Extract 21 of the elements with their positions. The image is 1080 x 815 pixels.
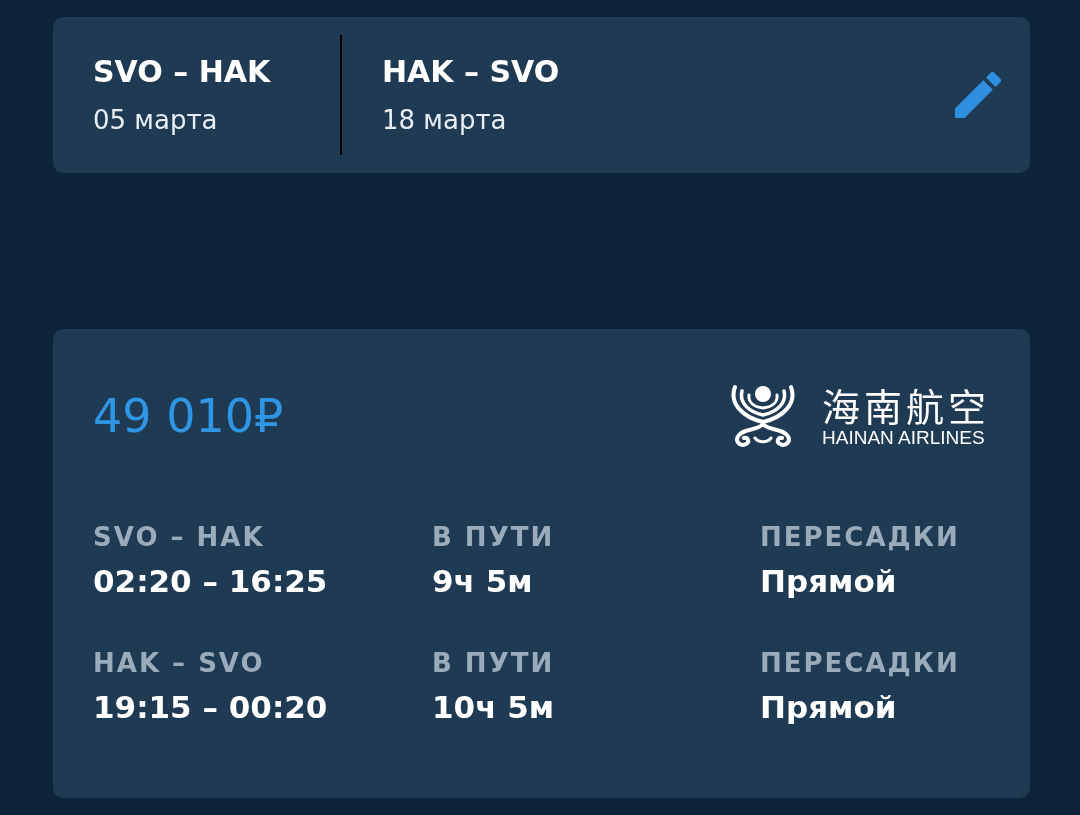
stops-label: ПЕРЕСАДКИ — [760, 521, 961, 554]
route-label: HAK – SVO — [93, 647, 266, 680]
stops-value: Прямой — [760, 688, 898, 727]
duration-label: В ПУТИ — [432, 521, 556, 554]
duration-label: В ПУТИ — [432, 647, 556, 680]
flight-times: 02:20 – 16:25 — [93, 562, 329, 601]
flight-date: 05 марта — [93, 104, 219, 136]
route-title: SVO – HAK — [93, 54, 272, 90]
flight-duration: 10ч 5м — [432, 688, 556, 727]
flight-times: 19:15 – 00:20 — [93, 688, 329, 727]
edit-button[interactable] — [954, 71, 1002, 119]
route-title: HAK – SVO — [382, 54, 561, 90]
airline-name-latin: HAINAN AIRLINES — [822, 428, 985, 448]
stops-label: ПЕРЕСАДКИ — [760, 647, 961, 680]
flight-date: 18 марта — [382, 104, 508, 136]
airline-name-native: 海南航空 — [822, 384, 990, 426]
price: 49 010₽ — [93, 388, 284, 444]
pencil-icon — [955, 72, 1001, 118]
stops-value: Прямой — [760, 562, 898, 601]
route-label: SVO – HAK — [93, 521, 266, 554]
flight-duration: 9ч 5м — [432, 562, 534, 601]
